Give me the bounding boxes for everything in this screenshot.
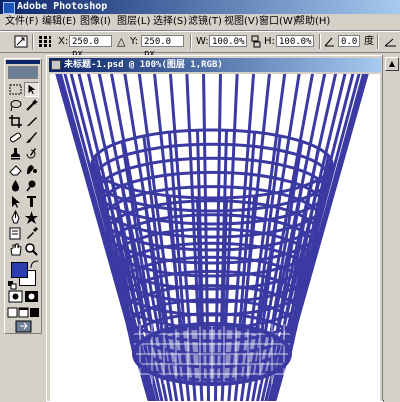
menu-bar: 文件(F) 编辑(E) 图像(I) 图层(L) 选择(S) 滤镜(T) 视图(V… bbox=[0, 14, 400, 31]
path-select-icon[interactable] bbox=[8, 194, 23, 209]
x-position-input[interactable]: 250.0 px bbox=[69, 35, 112, 59]
move-icon[interactable] bbox=[24, 82, 39, 97]
x-label: X: bbox=[58, 36, 69, 47]
menu-select[interactable]: 选择(S) bbox=[153, 16, 187, 28]
angle-icon bbox=[324, 37, 334, 47]
document-title-bar[interactable]: 未标题-1.psd @ 100%(图层 1,RGB) bbox=[49, 58, 381, 72]
magic-wand-icon[interactable] bbox=[24, 98, 39, 113]
w-label: W: bbox=[196, 36, 209, 47]
menu-help[interactable]: 帮助(H) bbox=[295, 16, 330, 28]
slice-icon[interactable] bbox=[24, 114, 39, 129]
screen-mode-full-menu-icon[interactable] bbox=[18, 305, 29, 320]
delta-icon[interactable]: △ bbox=[117, 35, 125, 48]
healing-brush-icon[interactable] bbox=[8, 130, 23, 145]
screen-mode-full-icon[interactable] bbox=[29, 305, 40, 320]
menu-filter[interactable]: 滤镜(T) bbox=[188, 16, 222, 28]
options-separator bbox=[32, 34, 34, 49]
swap-colors-icon[interactable] bbox=[30, 260, 39, 269]
options-bar: X: 250.0 px △ Y: 250.0 px W: 100.0% H: 1… bbox=[0, 31, 400, 59]
zoom-icon[interactable] bbox=[24, 242, 39, 257]
pen-icon[interactable] bbox=[8, 210, 23, 225]
dodge-icon[interactable] bbox=[24, 178, 39, 193]
crop-icon[interactable] bbox=[8, 114, 23, 129]
angle-unit-label: 度 bbox=[364, 36, 374, 47]
toolbox-title-bar bbox=[6, 60, 40, 64]
marquee-icon[interactable] bbox=[8, 82, 23, 97]
reference-point-icon[interactable] bbox=[38, 35, 52, 48]
rotation-angle-input[interactable]: 0.0 bbox=[338, 35, 360, 47]
app-title: Adobe Photoshop bbox=[17, 1, 108, 12]
options-separator bbox=[319, 34, 321, 49]
link-icon[interactable] bbox=[249, 35, 263, 48]
y-label: Y: bbox=[130, 36, 139, 47]
document-window: 未标题-1.psd @ 100%(图层 1,RGB) bbox=[46, 55, 384, 402]
quick-mask-icon[interactable] bbox=[24, 289, 39, 304]
transform-tool-icon[interactable] bbox=[14, 35, 28, 48]
canvas[interactable] bbox=[50, 74, 380, 401]
menu-layer[interactable]: 图层(L) bbox=[117, 16, 150, 28]
menu-file[interactable]: 文件(F) bbox=[5, 16, 39, 28]
app-title-bar: Adobe Photoshop bbox=[0, 0, 400, 14]
options-separator bbox=[377, 34, 379, 49]
clone-stamp-icon[interactable] bbox=[8, 146, 23, 161]
menu-image[interactable]: 图像(I) bbox=[80, 16, 111, 28]
h-label: H: bbox=[264, 36, 275, 47]
standard-mode-icon[interactable] bbox=[8, 289, 23, 304]
menu-edit[interactable]: 编辑(E) bbox=[42, 16, 76, 28]
foreground-color-swatch[interactable] bbox=[11, 262, 28, 278]
eyedropper-icon[interactable] bbox=[24, 226, 39, 241]
notes-icon[interactable] bbox=[8, 226, 23, 241]
width-scale-input[interactable]: 100.0% bbox=[209, 35, 247, 47]
scroll-up-arrow-icon[interactable]: ▲ bbox=[385, 57, 399, 71]
eraser-icon[interactable] bbox=[8, 162, 23, 177]
y-position-input[interactable]: 250.0 px bbox=[141, 35, 184, 59]
screen-mode-standard-icon[interactable] bbox=[7, 305, 18, 320]
blur-icon[interactable] bbox=[8, 178, 23, 193]
type-icon[interactable] bbox=[24, 194, 39, 209]
hand-icon[interactable] bbox=[8, 242, 23, 257]
skew-icon bbox=[384, 38, 396, 47]
brush-icon[interactable] bbox=[24, 130, 39, 145]
photoshop-app-icon bbox=[3, 2, 15, 14]
imageready-icon[interactable] bbox=[15, 320, 32, 333]
options-separator bbox=[190, 34, 192, 49]
shape-icon[interactable] bbox=[24, 210, 39, 225]
gradient-icon[interactable] bbox=[24, 162, 39, 177]
wire-basket-artwork bbox=[55, 74, 369, 401]
toolbox bbox=[4, 58, 42, 334]
document-icon bbox=[51, 60, 61, 70]
height-scale-input[interactable]: 100.0% bbox=[276, 35, 314, 47]
history-brush-icon[interactable] bbox=[24, 146, 39, 161]
menu-view[interactable]: 视图(V) bbox=[224, 16, 259, 28]
document-title: 未标题-1.psd @ 100%(图层 1,RGB) bbox=[64, 60, 223, 70]
lasso-icon[interactable] bbox=[8, 98, 23, 113]
adobe-eye-logo[interactable] bbox=[8, 66, 38, 79]
vertical-scrollbar[interactable]: ▲ bbox=[382, 55, 400, 400]
menu-window[interactable]: 窗口(W) bbox=[259, 16, 297, 28]
